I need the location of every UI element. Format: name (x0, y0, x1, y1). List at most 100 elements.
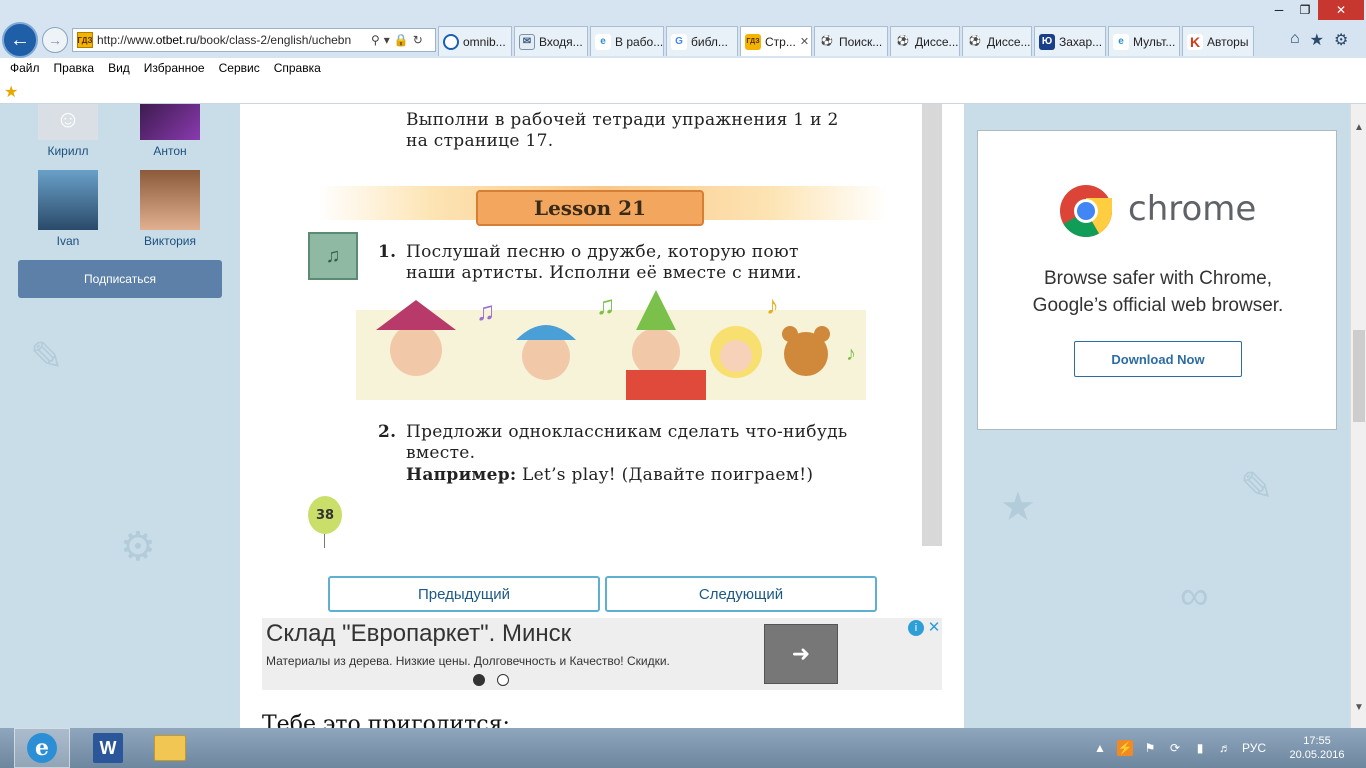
page-number-balloon: 38 (308, 496, 342, 534)
friend-card[interactable]: Антон (130, 104, 210, 158)
address-bar[interactable]: ГДЗ http://www.otbet.ru/book/class-2/eng… (72, 28, 436, 52)
tab-work[interactable]: eВ рабо... (590, 26, 664, 56)
listen-icon: ♫ (308, 232, 358, 280)
doodle-icon: ★ (1000, 485, 1036, 529)
task-2-number: 2. (378, 422, 397, 442)
carousel-dot-active[interactable] (473, 674, 485, 686)
lesson-title: Lesson 21 (476, 190, 704, 226)
soccer-icon: ⚽ (968, 36, 982, 47)
vertical-scrollbar[interactable]: ▲ ▼ (1350, 104, 1366, 728)
show-hidden-icons-icon[interactable]: ▲ (1092, 740, 1108, 756)
clock[interactable]: 17:55 20.05.2016 (1282, 734, 1352, 762)
lock-icon[interactable]: 🔒 (394, 33, 409, 47)
task-1-number: 1. (378, 242, 397, 262)
friend-name[interactable]: Кирилл (47, 144, 88, 158)
k-letter-icon: K (1187, 33, 1203, 50)
menu-view[interactable]: Вид (108, 61, 130, 75)
search-icon[interactable]: ⚲ (371, 33, 380, 47)
ad-title[interactable]: Склад "Европаркет". Минск (266, 620, 571, 648)
ad-close-icon[interactable]: ✕ (926, 618, 942, 636)
ad-arrow-button[interactable]: ➜ (764, 624, 838, 684)
system-tray: ▲ ⚡ ⚑ ⟳ ▮ ♬ РУС (1092, 728, 1266, 768)
tab-google[interactable]: Gбибл... (666, 26, 738, 56)
previous-page-button[interactable]: Предыдущий (328, 576, 600, 612)
tab-authors[interactable]: K Авторы (1182, 26, 1254, 56)
text-ad[interactable]: Склад "Европаркет". Минск Материалы из д… (262, 618, 942, 690)
menu-bar: Файл Правка Вид Избранное Сервис Справка (0, 58, 1366, 78)
tab-zakharov[interactable]: Ю Захар... (1034, 26, 1106, 56)
task-1-line-2: наши артисты. Исполни её вместе с ними. (406, 263, 802, 283)
favorites-star-icon[interactable]: ★ (1310, 30, 1324, 50)
friend-card[interactable]: ☺ Кирилл (28, 104, 108, 158)
close-tab-icon[interactable]: ✕ (800, 35, 809, 48)
tab-dissertation-2[interactable]: ⚽ Диссе... (962, 26, 1032, 56)
forward-button[interactable]: → (42, 27, 68, 53)
close-window-button[interactable]: ✕ (1318, 0, 1364, 20)
friend-name[interactable]: Ivan (57, 234, 80, 248)
svg-text:♫: ♫ (596, 290, 616, 320)
example-label: Например: (406, 465, 517, 485)
back-button[interactable]: ← (2, 22, 38, 58)
dropdown-icon[interactable]: ▾ (384, 33, 390, 47)
taskbar-ie[interactable]: e (14, 728, 70, 768)
menu-help[interactable]: Справка (274, 61, 321, 75)
tab-dissertation-1[interactable]: ⚽ Диссе... (890, 26, 960, 56)
chrome-ad-banner[interactable]: chrome Browse safer with Chrome, Google’… (977, 130, 1337, 430)
chrome-brand-text: chrome (1128, 189, 1257, 229)
svg-text:♫: ♫ (476, 296, 496, 326)
taskbar-explorer[interactable] (142, 728, 198, 768)
power-icon[interactable]: ▮ (1192, 740, 1208, 756)
svg-text:♪: ♪ (766, 290, 779, 320)
flag-icon[interactable]: ⚑ (1142, 740, 1158, 756)
ie-icon: e (27, 733, 57, 763)
friend-name[interactable]: Антон (153, 144, 186, 158)
tab-search[interactable]: ⚽ Поиск... (814, 26, 888, 56)
gear-icon[interactable]: ⚙ (1334, 30, 1348, 50)
taskbar-word[interactable]: W (80, 728, 136, 768)
scroll-up-icon[interactable]: ▲ (1354, 122, 1364, 133)
folder-icon (154, 735, 186, 761)
friend-name[interactable]: Виктория (144, 234, 196, 248)
library-icon: Ю (1039, 33, 1055, 50)
ad-info-icon[interactable]: i (908, 620, 924, 636)
tab-omnibox[interactable]: omnib... (438, 26, 512, 56)
home-icon[interactable]: ⌂ (1290, 30, 1300, 50)
maximize-button[interactable]: ❐ (1292, 0, 1318, 20)
ie-icon: e (595, 33, 611, 50)
task-1-line-1: Послушай песню о дружбе, которую поют (406, 242, 799, 262)
menu-edit[interactable]: Правка (54, 61, 95, 75)
soccer-icon: ⚽ (820, 36, 834, 47)
menu-favorites[interactable]: Избранное (144, 61, 205, 75)
refresh-icon[interactable]: ↻ (413, 33, 423, 47)
friend-card[interactable]: Ivan (28, 170, 108, 248)
friend-card[interactable]: Виктория (130, 170, 210, 248)
scroll-down-icon[interactable]: ▼ (1354, 702, 1364, 713)
soccer-icon: ⚽ (896, 36, 910, 47)
friends-singing-illustration: ♫ ♫ ♪ ♪ (356, 290, 866, 400)
word-icon: W (93, 733, 123, 763)
tab-cartoons[interactable]: e Мульт... (1108, 26, 1180, 56)
menu-file[interactable]: Файл (10, 61, 40, 75)
favorites-bar: ★ (0, 78, 1366, 104)
tab-inbox[interactable]: ✉ Входя... (514, 26, 588, 56)
minimize-button[interactable]: ─ (1266, 0, 1292, 20)
language-indicator[interactable]: РУС (1242, 741, 1266, 755)
sync-icon[interactable]: ⟳ (1167, 740, 1183, 756)
carousel-dot[interactable] (497, 674, 509, 686)
tab-strip: omnib... ✉ Входя... eВ рабо... Gбибл... Г… (438, 26, 1256, 56)
forward-arrow-icon: → (48, 32, 62, 48)
subscribe-button[interactable]: Подписаться (18, 260, 222, 298)
mail-icon: ✉ (519, 33, 535, 50)
add-favorite-icon[interactable]: ★ (4, 82, 18, 102)
address-url[interactable]: http://www.otbet.ru/book/class-2/english… (97, 33, 367, 47)
chrome-logo-icon (1060, 185, 1112, 237)
download-now-button[interactable]: Download Now (1074, 341, 1242, 377)
volume-icon[interactable]: ♬ (1217, 740, 1233, 756)
app-tray-icon[interactable]: ⚡ (1117, 740, 1133, 756)
scroll-thumb[interactable] (1353, 330, 1365, 422)
tab-active-page[interactable]: ГДЗ Стр... ✕ (740, 26, 812, 56)
ad-text[interactable]: Материалы из дерева. Низкие цены. Долгов… (266, 654, 670, 668)
chrome-tagline: Browse safer with Chrome, Google’s offic… (1032, 268, 1284, 316)
next-page-button[interactable]: Следующий (605, 576, 877, 612)
menu-tools[interactable]: Сервис (219, 61, 260, 75)
